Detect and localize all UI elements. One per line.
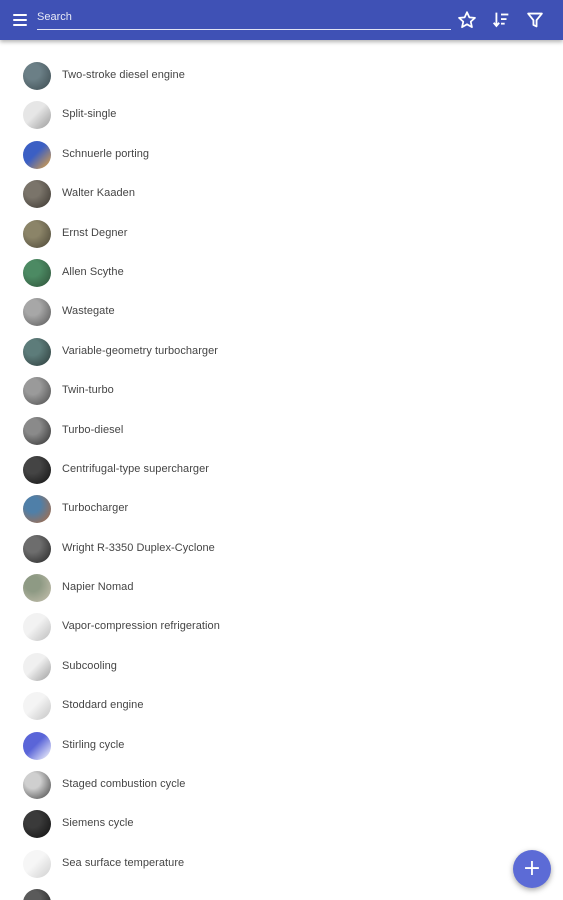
list-item[interactable]: Stirling cycle [0,726,563,765]
list-item-label: Stirling cycle [62,738,125,751]
list-item-label: Allen Scythe [62,265,124,278]
list-item-label: Ernst Degner [62,226,128,239]
list-item-label: Turbo-diesel [62,423,124,436]
list-item-label: Wastegate [62,305,115,318]
diagram-thumbnail [23,613,51,642]
diagram-thumbnail [23,849,51,878]
list-item[interactable]: Schnuerle porting [0,135,563,174]
list-item-label: Staged combustion cycle [62,778,186,791]
filter-icon[interactable] [524,9,546,31]
photo-thumbnail [23,810,51,839]
list-item[interactable]: Twin-turbo [0,371,563,410]
photo-thumbnail [23,416,51,445]
app-bar [0,0,563,40]
search-field [37,6,451,30]
photo-thumbnail [23,337,51,366]
diagram-thumbnail [23,731,51,760]
list-item-label: Twin-turbo [62,384,114,397]
list-item-label: Stoddard engine [62,699,144,712]
sort-icon[interactable] [490,9,512,31]
list-item[interactable]: Vapor-compression refrigeration [0,607,563,646]
drawing-thumbnail [23,101,51,130]
photo-thumbnail [23,455,51,484]
photo-thumbnail [23,534,51,563]
star-icon[interactable] [456,9,478,31]
diagram-thumbnail [23,652,51,681]
add-button[interactable]: + [513,850,551,888]
photo-thumbnail [23,495,51,524]
list-item-label: Variable-geometry turbocharger [62,344,218,357]
list-item-label: Walter Kaaden [62,187,136,200]
list-item-label: Napier Nomad [62,581,134,594]
list-item[interactable]: Napier Nomad [0,568,563,607]
list-item[interactable]: Siemens cycle [0,804,563,843]
list-item[interactable]: Stoddard engine [0,686,563,725]
list-item[interactable]: Centrifugal-type supercharger [0,450,563,489]
list-item-label: Split-single [62,108,117,121]
photo-thumbnail [23,62,51,90]
photo-thumbnail [23,180,51,209]
list-item[interactable]: Turbo-diesel [0,411,563,450]
list-item[interactable]: Allen Scythe [0,253,563,292]
list-item[interactable]: Staged combustion cycle [0,765,563,804]
list-item-label: Siemens cycle [62,817,134,830]
diagram-thumbnail [23,140,51,169]
list-item[interactable]: Variable-geometry turbocharger [0,332,563,371]
list-item-label: Centrifugal-type supercharger [62,462,209,475]
article-list: Two-stroke diesel engine Split-single Schn… [0,56,563,900]
photo-thumbnail [23,889,51,900]
photo-thumbnail [23,377,51,406]
photo-thumbnail [23,298,51,327]
list-item-label: Turbocharger [62,502,129,515]
list-item[interactable] [0,883,563,900]
list-item-label: Wright R-3350 Duplex-Cyclone [62,541,215,554]
photo-thumbnail [23,219,51,248]
plus-icon: + [522,856,542,881]
photo-thumbnail [23,574,51,603]
list-item[interactable]: Split-single [0,95,563,134]
list-item[interactable]: Ernst Degner [0,214,563,253]
photo-thumbnail [23,258,51,287]
list-item[interactable]: Wastegate [0,292,563,331]
diagram-thumbnail [23,692,51,721]
list-item-label: Schnuerle porting [62,147,150,160]
list-item-label: Vapor-compression refrigeration [62,620,220,633]
list-item-label: Sea surface temperature [62,856,185,869]
list-item[interactable]: Turbocharger [0,489,563,528]
list-item-label: Subcooling [62,659,117,672]
list-item[interactable]: Subcooling [0,647,563,686]
list-item[interactable]: Two-stroke diesel engine [0,56,563,95]
list-item[interactable]: Walter Kaaden [0,174,563,213]
search-input[interactable] [37,6,451,28]
list-item[interactable]: Sea surface temperature [0,844,563,883]
list-item-label: Two-stroke diesel engine [62,69,185,81]
menu-icon[interactable] [8,9,32,31]
list-item[interactable]: Wright R-3350 Duplex-Cyclone [0,529,563,568]
photo-thumbnail [23,771,51,800]
